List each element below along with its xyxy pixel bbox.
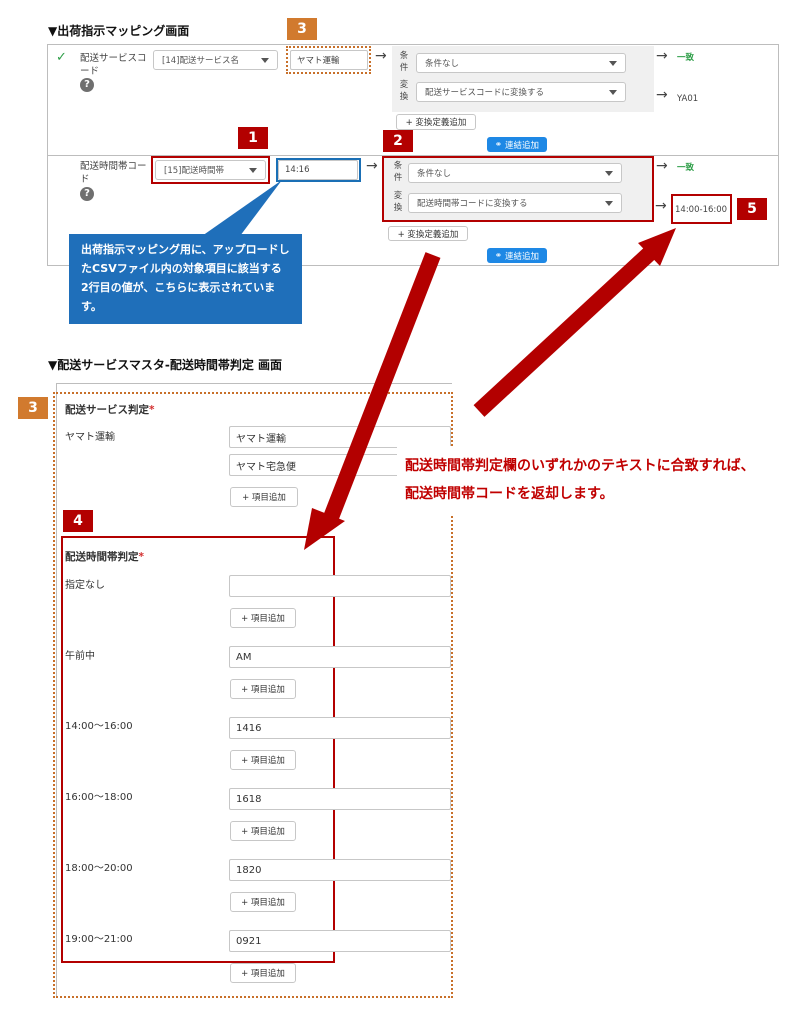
time-heading-label: 配送時間帯判定 [65,551,139,563]
convert-select-value: 配送サービスコードに変換する [425,88,545,98]
arrow-right-icon: → [655,198,667,214]
callout-line-1: 出荷指示マッピング用に、アップロードし [81,243,290,256]
caret-down-icon [261,57,269,63]
badge-3-master: 3 [18,397,48,419]
callout-pointer [202,180,282,236]
add-link-button[interactable]: ⚭ 連結追加 [487,137,547,152]
annotation-box-value [276,158,361,182]
add-item-button[interactable]: + 項目追加 [230,679,296,699]
time-row-label: 16:00～18:00 [65,792,133,803]
time-heading: 配送時間帯判定* [65,549,144,564]
add-item-button[interactable]: + 項目追加 [230,821,296,841]
help-icon[interactable]: ? [80,187,94,201]
annotation-box-2 [382,156,654,222]
match-label: 一致 [677,53,695,63]
service-heading-label: 配送サービス判定 [65,404,149,416]
help-icon[interactable]: ? [80,78,94,92]
note-line-2: 配送時間帯コードを返却します。 [405,486,614,502]
arrow-right-icon: → [375,48,387,64]
time-row-input[interactable]: 1820 [229,859,451,881]
time-row-label: 指定なし [65,580,105,591]
check-icon: ✓ [56,50,67,65]
arrow-to-result [473,247,656,417]
callout-line-2: たCSVファイル内の対象項目に該当する [81,262,282,275]
add-item-button[interactable]: + 項目追加 [230,608,296,628]
add-item-button[interactable]: + 項目追加 [230,963,296,983]
add-item-button[interactable]: + 項目追加 [230,487,298,507]
badge-5: 5 [737,198,767,220]
arrow-right-icon: → [656,48,668,64]
note-line-1: 配送時間帯判定欄のいずれかのテキストに合致すれば、 [405,458,755,474]
condition-select-value: 条件なし [425,59,460,69]
match-label: 一致 [677,163,695,173]
badge-4: 4 [63,510,93,532]
condition-select[interactable]: 条件なし [416,53,626,73]
add-conversion-button[interactable]: + 変換定義追加 [396,114,476,130]
condition-label: 条件 [399,51,409,73]
add-item-button[interactable]: + 項目追加 [230,892,296,912]
convert-label: 変換 [399,80,409,102]
add-item-button[interactable]: + 項目追加 [230,750,296,770]
time-row-input[interactable] [229,575,451,597]
callout-box: 出荷指示マッピング用に、アップロードし たCSVファイル内の対象項目に該当する … [69,234,302,324]
link-icon: ⚭ [494,139,503,150]
field-label-delivery-service: 配送サービスコード [80,53,147,77]
master-section-title: ▼配送サービスマスタ-配送時間帯判定 画面 [48,358,283,372]
time-row-label: 19:00～21:00 [65,934,133,945]
field-label-delivery-time: 配送時間帯コード [80,161,147,185]
arrow-right-icon: → [366,158,378,174]
callout-line-3: 2行目の値が、こちらに表示されています。 [81,281,276,313]
add-link-label: 連結追加 [505,140,540,151]
field-select-delivery-service[interactable]: [14]配送サービス名 [153,50,278,70]
note-box: 配送時間帯判定欄のいずれかのテキストに合致すれば、 配送時間帯コードを返却します… [397,446,787,514]
required-mark: * [138,551,145,563]
arrow-right-icon: → [656,87,668,103]
caret-down-icon [609,89,617,95]
add-link-button[interactable]: ⚭ 連結追加 [487,248,547,263]
time-row-label: 18:00～20:00 [65,863,133,874]
field-select-value: [14]配送サービス名 [162,56,239,66]
annotation-box-3-top [286,46,371,74]
link-icon: ⚭ [494,250,503,261]
mapping-section-title: ▼出荷指示マッピング画面 [48,24,190,38]
caret-down-icon [609,60,617,66]
add-link-label: 連結追加 [505,251,540,262]
time-row-label: 午前中 [65,651,95,662]
time-row-input[interactable]: 1416 [229,717,451,739]
time-row-input[interactable]: 0921 [229,930,451,952]
service-value-input[interactable]: ヤマト運輸 [229,426,451,448]
badge-3-top: 3 [287,18,317,40]
badge-2: 2 [383,130,413,152]
required-mark: * [149,404,155,416]
add-conversion-button[interactable]: + 変換定義追加 [388,226,468,241]
time-row-label: 14:00～16:00 [65,721,133,732]
convert-select[interactable]: 配送サービスコードに変換する [416,82,626,102]
result-value: YA01 [677,94,699,104]
arrow-right-icon: → [656,158,668,174]
time-row-input[interactable]: 1618 [229,788,451,810]
badge-1: 1 [238,127,268,149]
service-name: ヤマト運輸 [65,432,115,443]
annotation-box-5 [671,194,732,224]
service-heading: 配送サービス判定* [65,402,155,417]
time-row-input[interactable]: AM [229,646,451,668]
